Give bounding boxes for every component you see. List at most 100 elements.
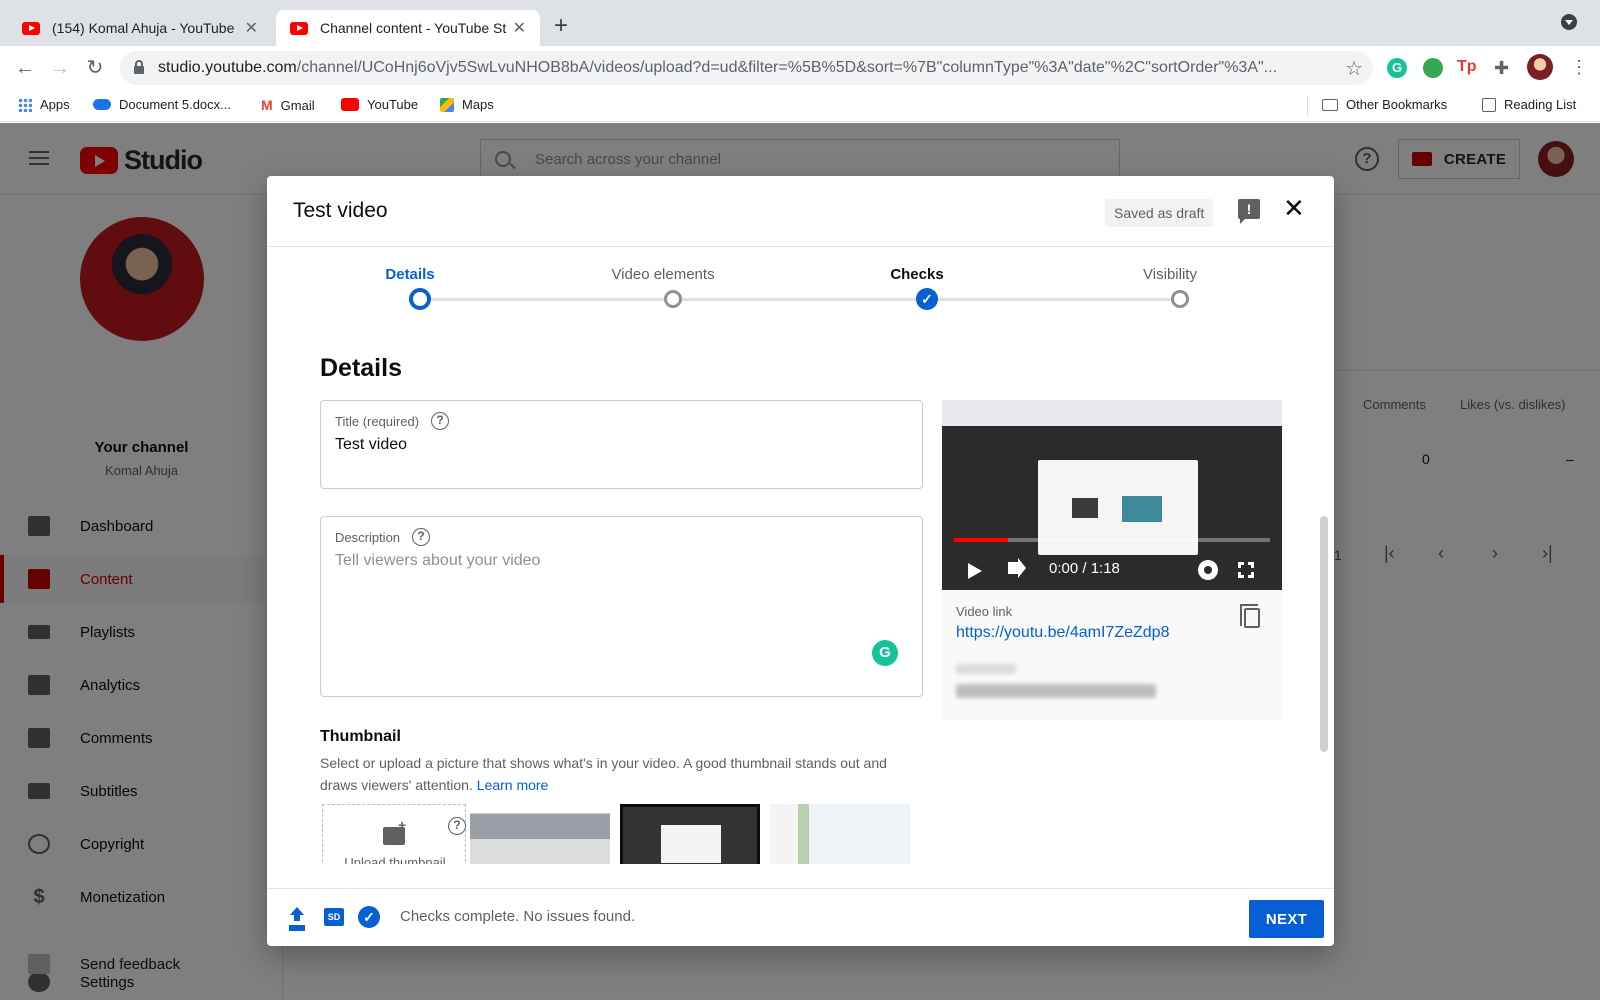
video-frame-card — [1122, 496, 1162, 522]
upload-thumbnail-button[interactable]: ? Upload thumbnail — [322, 804, 466, 864]
upload-stepper: Details Video elements Checks Visibility… — [267, 248, 1334, 328]
step-checks[interactable]: Checks — [847, 266, 987, 283]
video-link[interactable]: https://youtu.be/4amI7ZeZdp8 — [956, 624, 1169, 642]
upload-dialog: Test video Saved as draft ! ✕ Details Vi… — [267, 176, 1334, 946]
video-progress-fill — [954, 538, 1008, 542]
video-link-label: Video link — [956, 604, 1013, 619]
thumbnail-title: Thumbnail — [320, 728, 401, 745]
checks-complete-icon: ✓ — [358, 906, 380, 928]
browser-tab-bar: (154) Komal Ahuja - YouTube ✕ Channel co… — [0, 0, 1600, 46]
grammarly-icon[interactable]: G — [872, 640, 898, 666]
description-label-text: Description — [335, 529, 401, 545]
next-button[interactable]: NEXT — [1249, 900, 1324, 938]
profile-avatar[interactable] — [1527, 54, 1553, 80]
youtube-favicon-icon — [22, 21, 40, 35]
forward-arrow-icon[interactable]: → — [48, 56, 72, 80]
play-icon[interactable] — [968, 563, 982, 579]
browser-tab-youtube[interactable]: (154) Komal Ahuja - YouTube ✕ — [8, 10, 272, 46]
thumbnail-option-1[interactable] — [470, 804, 610, 864]
video-preview-card: 0:00 / 1:18 Video link https://youtu.be/… — [942, 400, 1282, 720]
video-progress-bar[interactable] — [954, 538, 1270, 542]
dialog-title: Test video — [293, 199, 388, 222]
dialog-header: Test video Saved as draft ! ✕ — [267, 176, 1334, 247]
bookmarks-divider — [1307, 96, 1308, 116]
step-video-elements[interactable]: Video elements — [593, 266, 733, 283]
chat-extension-icon[interactable] — [1423, 58, 1443, 78]
step-details-dot[interactable] — [409, 288, 431, 310]
reading-list-icon — [1482, 97, 1496, 112]
youtube-icon — [341, 98, 359, 111]
reload-icon[interactable]: ↻ — [83, 56, 107, 80]
upload-status-icon — [289, 907, 305, 927]
step-checks-check-icon[interactable]: ✓ — [916, 288, 938, 310]
tab-close-icon[interactable]: ✕ — [513, 18, 526, 38]
saved-draft-badge: Saved as draft — [1105, 199, 1214, 227]
step-details[interactable]: Details — [340, 266, 480, 283]
video-frame-toolbar — [942, 400, 1282, 426]
checks-status-text: Checks complete. No issues found. — [400, 908, 636, 925]
volume-icon[interactable] — [1008, 562, 1018, 574]
step-visibility[interactable]: Visibility — [1100, 266, 1240, 283]
bookmark-star-icon[interactable]: ☆ — [1345, 56, 1363, 81]
bookmark-apps[interactable]: Apps — [18, 97, 70, 112]
title-field[interactable]: Title (required)? Test video — [320, 400, 923, 489]
step-video-elements-dot[interactable] — [664, 290, 682, 308]
bookmark-label: Apps — [40, 97, 70, 112]
sidebar-item-send-feedback[interactable]: Send feedback — [0, 940, 283, 988]
title-input[interactable]: Test video — [335, 436, 407, 454]
bookmark-other[interactable]: Other Bookmarks — [1322, 97, 1447, 112]
grammarly-extension-icon[interactable]: G — [1387, 58, 1407, 78]
tab-search-chevron-icon[interactable] — [1561, 14, 1577, 30]
sidebar-item-label: Send feedback — [80, 955, 181, 973]
browser-toolbar: ← → ↻ studio.youtube.com/channel/UCoHnj6… — [0, 46, 1600, 90]
video-player[interactable]: 0:00 / 1:18 — [942, 400, 1282, 590]
thumbnail-option-3[interactable] — [770, 804, 910, 864]
description-field[interactable]: Description? Tell viewers about your vid… — [320, 516, 923, 697]
help-icon[interactable]: ? — [448, 817, 466, 835]
tab-title: (154) Komal Ahuja - YouTube — [52, 20, 235, 36]
folder-icon — [1322, 98, 1338, 111]
sd-processing-icon: SD — [324, 908, 344, 926]
video-time: 0:00 / 1:18 — [1049, 560, 1120, 577]
reading-list[interactable]: Reading List — [1482, 97, 1576, 112]
close-icon[interactable]: ✕ — [1283, 195, 1305, 221]
dialog-scrollbar[interactable] — [1320, 516, 1328, 752]
back-arrow-icon[interactable]: ← — [13, 56, 37, 80]
lock-icon — [134, 59, 144, 74]
tab-close-icon[interactable]: ✕ — [245, 18, 258, 38]
description-input[interactable]: Tell viewers about your video — [335, 552, 540, 570]
bookmark-label: Gmail — [280, 97, 315, 113]
tp-extension-icon[interactable]: Tp — [1457, 58, 1481, 78]
add-image-icon — [383, 817, 406, 845]
bookmark-label: Document 5.docx... — [119, 97, 231, 112]
help-icon[interactable]: ? — [412, 528, 431, 546]
extensions-puzzle-icon[interactable]: ✚ — [1494, 58, 1514, 78]
browser-menu-icon[interactable]: ⋮ — [1570, 57, 1588, 78]
filename-value-blurred — [956, 684, 1156, 698]
browser-tab-studio[interactable]: Channel content - YouTube Studio ✕ — [276, 10, 540, 46]
onedrive-cloud-icon — [93, 99, 111, 110]
url-text: studio.youtube.com/channel/UCoHnj6oVjv5S… — [158, 59, 1337, 77]
bookmark-youtube[interactable]: YouTube — [341, 97, 418, 112]
fullscreen-icon[interactable] — [1237, 561, 1255, 579]
url-path: /channel/UCoHnj6oVjv5SwLvuNHOB8bA/videos… — [296, 59, 1278, 76]
thumbnail-description: Select or upload a picture that shows wh… — [320, 752, 920, 796]
bookmark-document[interactable]: Document 5.docx... — [93, 97, 231, 112]
bookmark-gmail[interactable]: M Gmail — [261, 97, 315, 113]
thumbnail-option-2-selected[interactable] — [620, 804, 760, 864]
url-host: studio.youtube.com — [158, 59, 297, 76]
feedback-icon — [28, 954, 50, 974]
new-tab-plus-icon[interactable]: + — [554, 14, 568, 38]
bookmarks-bar: Apps Document 5.docx... M Gmail YouTube M… — [0, 90, 1600, 122]
help-icon[interactable]: ? — [431, 412, 450, 430]
gmail-icon: M — [261, 97, 273, 113]
copy-icon[interactable] — [1240, 604, 1260, 628]
learn-more-link[interactable]: Learn more — [477, 777, 549, 793]
report-feedback-icon[interactable]: ! — [1238, 199, 1260, 224]
bookmark-label: YouTube — [367, 97, 419, 112]
filename-label-blurred — [956, 664, 1016, 674]
address-bar[interactable]: studio.youtube.com/channel/UCoHnj6oVjv5S… — [120, 51, 1373, 85]
step-visibility-dot[interactable] — [1171, 290, 1189, 308]
bookmark-maps[interactable]: Maps — [440, 97, 494, 112]
settings-gear-icon[interactable] — [1198, 560, 1218, 580]
